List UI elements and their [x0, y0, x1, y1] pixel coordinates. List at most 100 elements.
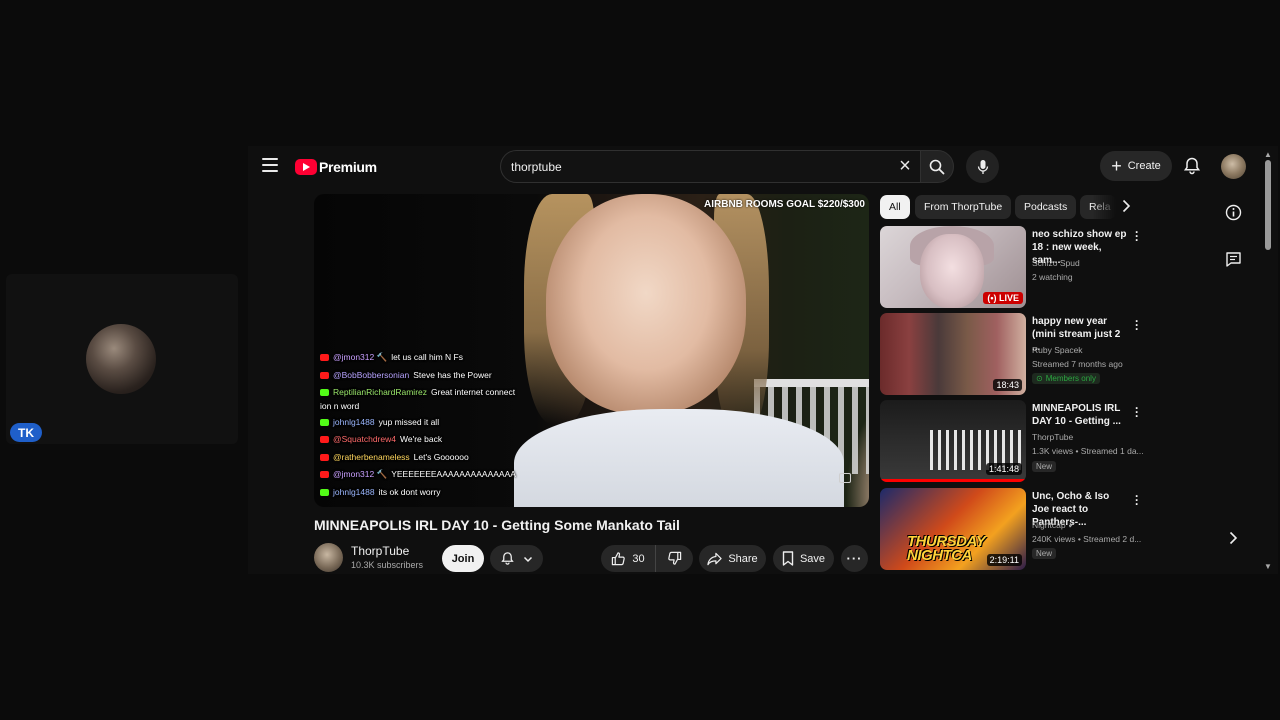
rec-channel-3[interactable]: ThorpTube	[1032, 432, 1142, 442]
chip-from-channel[interactable]: From ThorpTube	[915, 195, 1012, 219]
chip-all[interactable]: All	[880, 195, 910, 219]
rec-more-1-icon[interactable]: · · ·	[1133, 226, 1141, 246]
rec-meta-3: 1.3K views • Streamed 1 da...	[1032, 446, 1144, 456]
kick-icon	[320, 389, 329, 397]
youtube-play-icon	[295, 159, 317, 175]
chat-username: @ratherbenameless	[333, 451, 410, 462]
chat-username: johnlg1488	[333, 486, 375, 497]
chat-message: johnlg1488 yup missed it all	[320, 417, 570, 429]
video-railing-top	[754, 379, 869, 387]
chat-username: @BobBobbersonian	[333, 369, 410, 380]
rec-duration-3: 1:41:48	[985, 463, 1022, 475]
rail-next-chevron-icon[interactable]	[1228, 531, 1240, 547]
hamburger-menu-icon[interactable]	[262, 158, 278, 172]
scrollbar-thumb[interactable]	[1265, 160, 1271, 250]
chips-next-chevron-icon[interactable]	[1121, 199, 1135, 215]
youtube-icon	[320, 354, 329, 362]
chat-text: yup missed it all	[378, 416, 440, 427]
join-button[interactable]: Join	[442, 545, 484, 572]
create-label: Create	[1127, 160, 1161, 172]
rec-meta-1: 2 watching	[1032, 272, 1073, 282]
stream-goal-overlay: AIRBNB ROOMS GOAL $220/$300	[704, 199, 865, 210]
subscriber-count: 10.3K subscribers	[351, 560, 424, 570]
notifications-bell-icon[interactable]	[1182, 156, 1202, 176]
chat-username: @Squatchdrew4	[333, 434, 396, 444]
rec-thumbnail-4[interactable]: THURSDAY NIGHTCA 2:19:11	[880, 488, 1026, 570]
verified-check-icon: ✔	[1067, 520, 1076, 530]
chat-message: ReptilianRichardRamirez Great internet co…	[320, 387, 570, 399]
new-badge: New	[1032, 548, 1057, 559]
rec-meta-4: 240K views • Streamed 2 d...	[1032, 534, 1142, 544]
channel-avatar[interactable]	[314, 543, 343, 572]
members-check-icon: ⊙	[1036, 374, 1043, 383]
chat-text: let us call him N Fs	[391, 352, 463, 362]
rec-channel-2[interactable]: Ruby Spacek	[1032, 345, 1142, 355]
search-input[interactable]	[511, 151, 891, 182]
chat-message: @ratherbenameless Let's Goooooo	[320, 452, 570, 464]
youtube-logo[interactable]: Premium	[295, 157, 377, 177]
create-button[interactable]: + Create	[1100, 151, 1172, 181]
chat-message: @BobBobbersonian Steve has the Power	[320, 370, 570, 382]
rec-channel-1[interactable]: Schizo Spud	[1032, 258, 1142, 268]
live-chat-icon[interactable]	[1225, 251, 1242, 268]
chat-text: Let's Goooooo	[413, 451, 469, 462]
like-count: 30	[632, 552, 645, 565]
share-icon	[707, 552, 722, 565]
thumb-text: THURSDAY NIGHTCA	[907, 533, 986, 564]
chat-username: johnlg1488	[333, 416, 375, 427]
scroll-up-arrow[interactable]: ▲	[1264, 150, 1272, 159]
rec-title-3[interactable]: MINNEAPOLIS IRL DAY 10 - Getting ...	[1032, 402, 1128, 428]
rec-meta-2: Streamed 7 months ago	[1032, 359, 1123, 369]
miniplayer-icon[interactable]	[839, 473, 851, 483]
chat-message-continuation: ion n word	[320, 400, 360, 411]
chevron-down-icon	[523, 556, 533, 562]
chat-username: @jmon312 🔨	[333, 352, 388, 362]
dislike-button[interactable]	[656, 545, 693, 572]
clear-search-icon[interactable]: ×	[896, 156, 914, 176]
watch-progress-bar	[880, 479, 1026, 482]
video-player[interactable]: AIRBNB ROOMS GOAL $220/$300 @jmon312 🔨 le…	[314, 194, 869, 507]
thumbs-up-icon	[612, 552, 626, 566]
kick-icon	[320, 418, 329, 426]
chat-text: YEEEEEEEAAAAAAAAAAAAAA	[391, 469, 516, 479]
account-avatar[interactable]	[1221, 154, 1246, 179]
share-label: Share	[728, 552, 758, 565]
info-icon[interactable]	[1225, 204, 1242, 221]
chat-text: Great internet connect	[431, 387, 516, 397]
rec-more-3-icon[interactable]: · · ·	[1133, 402, 1141, 422]
like-button[interactable]: 30	[601, 545, 656, 572]
chip-podcasts[interactable]: Podcasts	[1015, 195, 1077, 219]
subscription-notifications-button[interactable]	[490, 545, 543, 572]
save-button[interactable]: Save	[773, 545, 834, 572]
share-button[interactable]: Share	[699, 545, 766, 572]
thumbs-down-icon	[668, 551, 682, 565]
search-icon	[929, 159, 945, 174]
scroll-down-arrow[interactable]: ▼	[1264, 562, 1272, 571]
rec-thumbnail-3[interactable]: 1:41:48	[880, 400, 1026, 482]
rec-thumbnail-2[interactable]: 18:43	[880, 313, 1026, 395]
youtube-icon	[320, 453, 329, 461]
webcam-avatar	[86, 324, 156, 394]
voice-search-button[interactable]	[966, 150, 999, 183]
chat-text: Steve has the Power	[413, 369, 492, 380]
chat-message: johnlg1488 its ok dont worry	[320, 487, 570, 499]
rec-channel-4[interactable]: Nightcap ✔	[1032, 520, 1142, 531]
stream-chat-overlay: @jmon312 🔨 let us call him N Fs @BobBobber…	[320, 352, 570, 504]
rec-duration-2: 18:43	[993, 379, 1022, 391]
channel-name[interactable]: ThorpTube	[351, 544, 409, 558]
save-label: Save	[799, 552, 826, 565]
more-actions-button[interactable]: ···	[841, 545, 868, 572]
search-button[interactable]	[920, 150, 954, 183]
logo-text: Premium	[319, 159, 377, 175]
thumb-face	[920, 234, 984, 308]
live-badge: (•) LIVE	[983, 292, 1023, 304]
rec-more-2-icon[interactable]: · · ·	[1133, 315, 1141, 335]
user-initials-badge[interactable]: TK	[10, 423, 42, 442]
plus-icon: +	[1111, 156, 1122, 176]
rec-more-4-icon[interactable]: · · ·	[1133, 490, 1141, 510]
chat-message: @Squatchdrew4 We're back	[320, 434, 570, 446]
rec-thumbnail-1[interactable]: (•) LIVE	[880, 226, 1026, 308]
chat-message: @jmon312 🔨 YEEEEEEEAAAAAAAAAAAAAA	[320, 469, 570, 481]
youtube-icon	[320, 471, 329, 479]
rec-duration-4: 2:19:11	[986, 554, 1022, 566]
